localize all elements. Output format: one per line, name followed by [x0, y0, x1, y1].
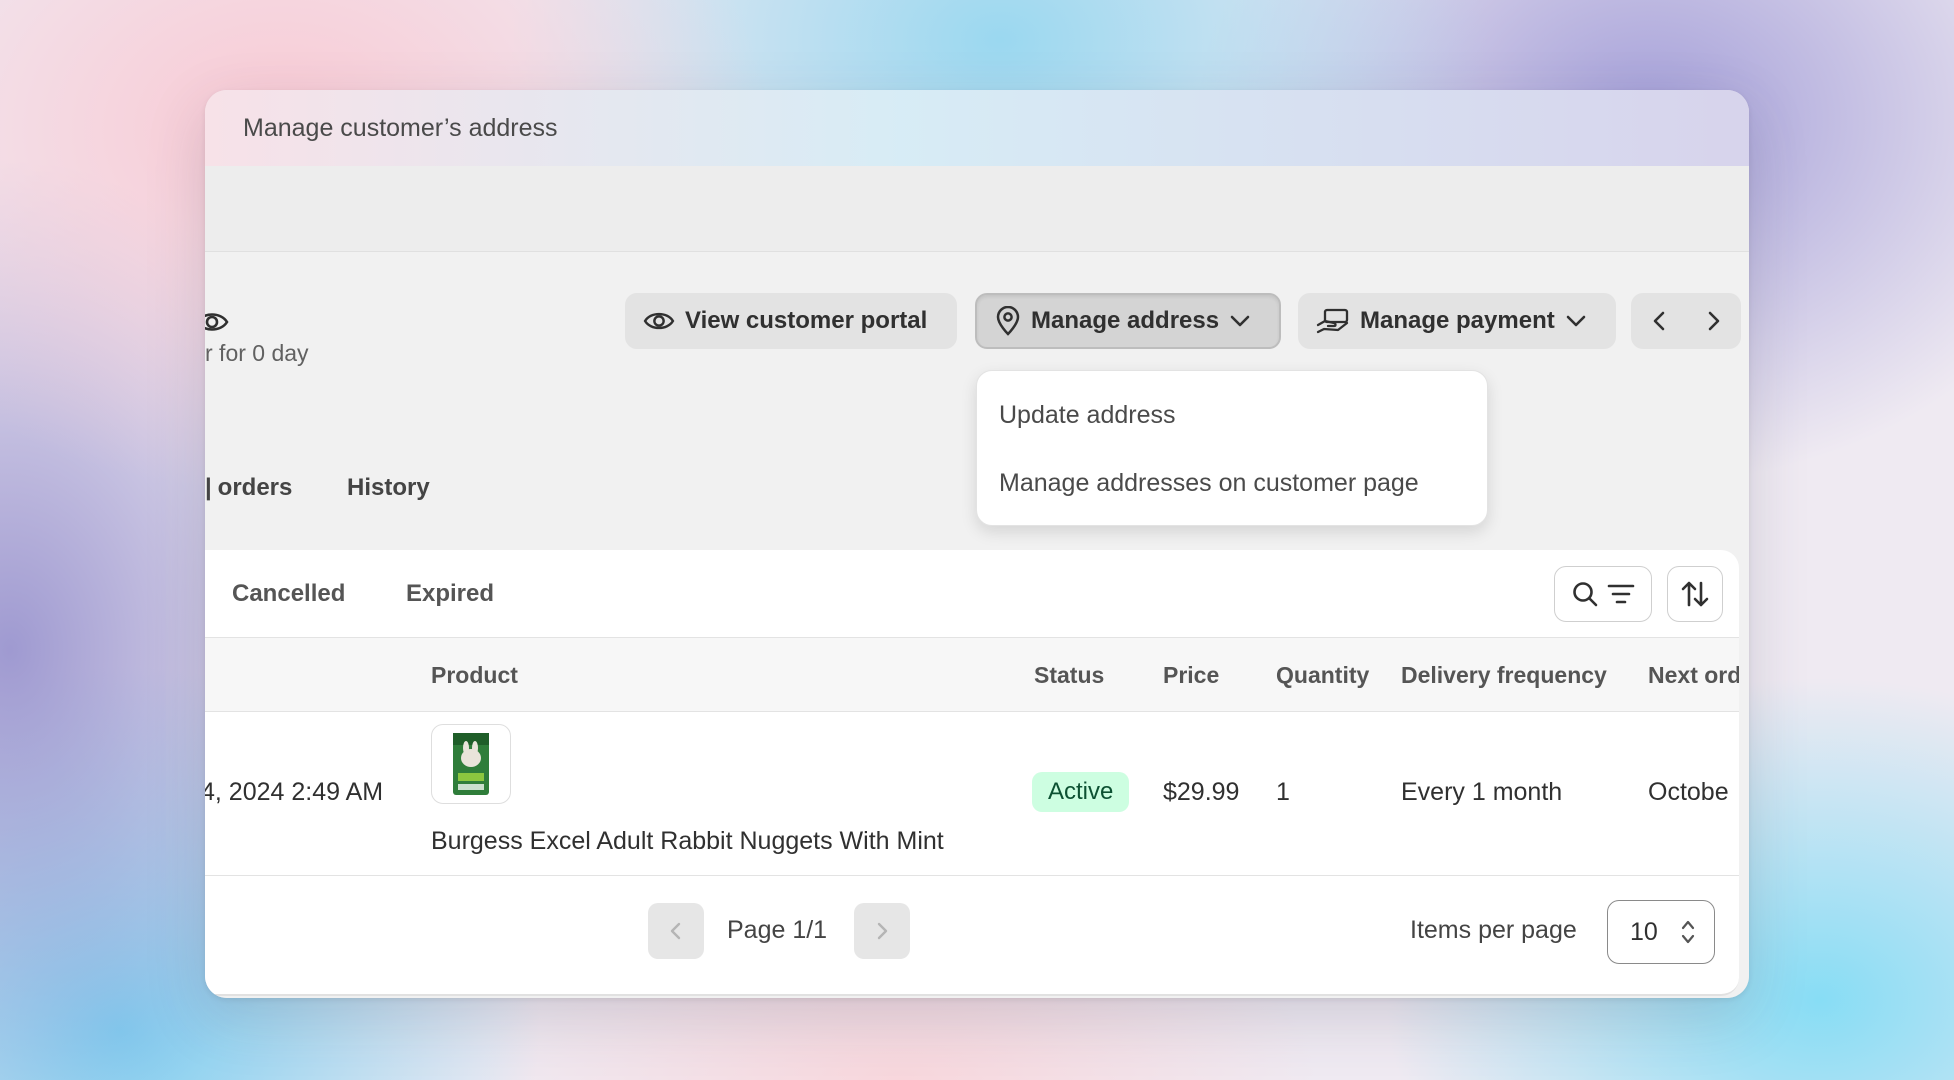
chevron-right-icon [1708, 311, 1719, 331]
manage-address-button[interactable]: Manage address [975, 293, 1281, 349]
previous-record-button[interactable] [1639, 301, 1679, 341]
product-name-cell[interactable]: Burgess Excel Adult Rabbit Nuggets With … [431, 827, 944, 856]
column-header-product[interactable]: Product [431, 662, 518, 689]
tab-orders[interactable]: | orders [205, 474, 292, 502]
manage-address-label: Manage address [1031, 307, 1220, 334]
status-filter-bar: Cancelled Expired [205, 550, 1739, 638]
view-customer-portal-button[interactable]: View customer portal [625, 293, 957, 349]
created-date-cell: 4, 2024 2:49 AM [205, 778, 384, 806]
next-order-cell: Octobe [1648, 778, 1729, 806]
price-cell: $29.99 [1163, 778, 1240, 806]
chevron-right-icon [877, 922, 888, 940]
filter-lines-icon [1607, 584, 1635, 604]
items-per-page-label: Items per page [1410, 916, 1577, 944]
eye-icon [205, 313, 229, 331]
view-customer-portal-label: View customer portal [685, 307, 928, 334]
status-badge: Active [1032, 772, 1130, 812]
search-icon [1573, 582, 1598, 607]
product-package-image [453, 733, 489, 795]
chevron-down-icon [1566, 315, 1586, 327]
tab-expired[interactable]: Expired [406, 580, 494, 608]
window-titlebar: Manage customer’s address [205, 90, 1749, 166]
next-page-button[interactable] [854, 903, 910, 959]
eye-icon [643, 312, 675, 330]
sort-button[interactable] [1667, 566, 1723, 622]
column-header-delivery-frequency[interactable]: Delivery frequency [1401, 662, 1607, 689]
app-window: Manage customer’s address r for 0 day Vi… [205, 90, 1749, 998]
items-per-page-value: 10 [1630, 917, 1658, 946]
top-band [205, 166, 1749, 252]
column-header-price[interactable]: Price [1163, 662, 1219, 689]
table-row[interactable]: 4, 2024 2:49 AM Burgess Excel Adult Rabb… [205, 712, 1739, 876]
manage-address-menu: Update address Manage addresses on custo… [976, 370, 1488, 526]
tab-history[interactable]: History [347, 474, 430, 502]
tab-cancelled[interactable]: Cancelled [232, 580, 345, 608]
manage-payment-label: Manage payment [1360, 307, 1555, 334]
page-indicator: Page 1/1 [727, 916, 828, 944]
manage-payment-button[interactable]: Manage payment [1298, 293, 1616, 349]
select-arrows-icon [1681, 920, 1695, 944]
next-record-button[interactable] [1694, 301, 1734, 341]
table-header: Product Status Price Quantity Delivery f… [205, 638, 1739, 712]
subscriptions-table-card: Cancelled Expired Product Status Price Q… [205, 550, 1739, 996]
column-header-status[interactable]: Status [1034, 662, 1104, 689]
sort-arrows-icon [1681, 581, 1709, 607]
chevron-left-icon [1653, 311, 1664, 331]
quantity-cell: 1 [1276, 778, 1290, 806]
search-filter-button[interactable] [1554, 566, 1652, 622]
tab-orders-label: orders [217, 474, 293, 501]
product-thumbnail [431, 724, 511, 804]
column-header-quantity[interactable]: Quantity [1276, 662, 1369, 689]
delivery-frequency-cell: Every 1 month [1401, 778, 1563, 806]
record-navigation [1631, 293, 1741, 349]
previous-page-button[interactable] [648, 903, 704, 959]
column-header-next-order[interactable]: Next ord [1648, 662, 1739, 689]
manage-addresses-on-customer-page-menu-item[interactable]: Manage addresses on customer page [977, 449, 1487, 517]
update-address-menu-item[interactable]: Update address [977, 381, 1487, 449]
subscription-duration-text: r for 0 day [205, 340, 309, 366]
items-per-page-select[interactable]: 10 [1607, 900, 1715, 964]
window-title: Manage customer’s address [243, 113, 558, 142]
pagination-bar: Page 1/1 Items per page 10 [205, 876, 1739, 986]
chevron-left-icon [670, 922, 681, 940]
location-pin-icon [996, 306, 1020, 336]
chevron-down-icon [1230, 315, 1250, 327]
cash-hand-icon [1316, 308, 1349, 334]
subscription-page: r for 0 day View customer portal Manage … [205, 252, 1749, 998]
